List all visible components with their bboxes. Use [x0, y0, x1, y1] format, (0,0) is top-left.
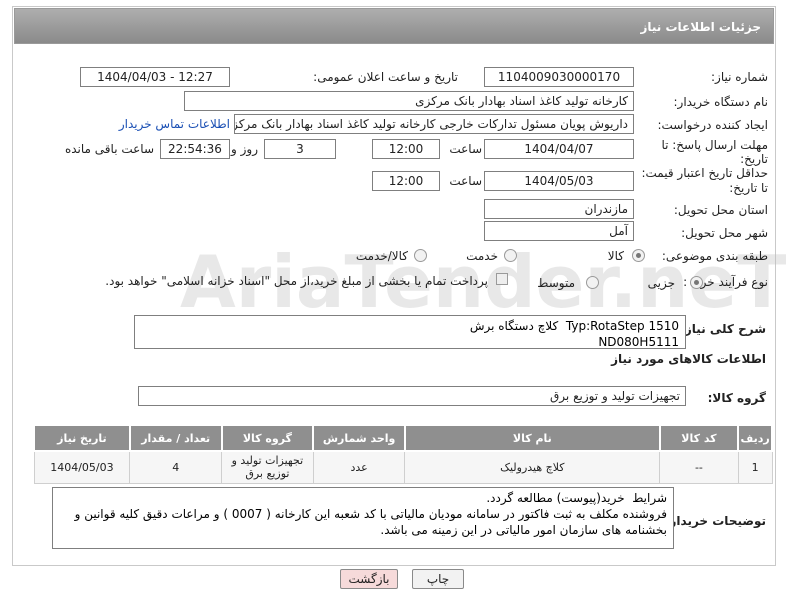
cell-item-code: -- — [659, 450, 739, 484]
city-label: شهر محل تحویل: — [681, 226, 768, 240]
table-row: 1 -- کلاچ هیدرولیک عدد تجهیزات تولید و ت… — [33, 450, 773, 484]
cell-quantity: 4 — [129, 450, 223, 484]
validity-label: حداقل تاریخ اعتبار قیمت: — [641, 166, 768, 180]
validity-time-label: ساعت — [449, 174, 482, 188]
buyer-notes-textarea[interactable]: شرایط خرید(پیوست) مطالعه گردد. فروشنده م… — [52, 487, 674, 549]
need-number-field[interactable]: 1104009030000170 — [484, 67, 634, 87]
category-radio-both[interactable] — [414, 249, 427, 262]
description-textarea[interactable]: Typ:RotaStep 1510 کلاچ دستگاه برش ND080H… — [134, 315, 686, 349]
col-item-name: نام کالا — [403, 424, 661, 452]
creator-field[interactable]: داریوش پویان مسئول تدارکات خارجی کارخانه… — [234, 114, 634, 134]
goods-group-field[interactable]: تجهیزات تولید و توزیع برق — [138, 386, 686, 406]
deadline-label-date: تاریخ: — [740, 152, 768, 166]
category-radio-goods[interactable] — [632, 249, 645, 262]
col-group: گروه کالا — [220, 424, 315, 452]
deadline-date-field[interactable]: 1404/04/07 — [484, 139, 634, 159]
col-quantity: تعداد / مقدار — [128, 424, 223, 452]
validity-time-field[interactable]: 12:00 — [372, 171, 440, 191]
cell-unit: عدد — [312, 450, 406, 484]
validity-date-field[interactable]: 1404/05/03 — [484, 171, 634, 191]
deadline-time-label: ساعت — [449, 142, 482, 156]
remaining-time-field[interactable]: 22:54:36 — [160, 139, 230, 159]
announce-label: تاریخ و ساعت اعلان عمومی: — [313, 70, 458, 84]
treasury-payment-checkbox[interactable] — [496, 273, 508, 285]
description-label: شرح کلی نیاز: — [680, 322, 766, 336]
process-option-medium: متوسط — [537, 276, 575, 290]
buyer-notes-label: توضیحات خریدار: — [664, 514, 766, 528]
cell-item-name: کلاچ هیدرولیک — [404, 450, 661, 484]
category-option-service: خدمت — [466, 249, 498, 263]
need-number-label: شماره نیاز: — [711, 70, 768, 84]
category-option-both: کالا/خدمت — [355, 249, 408, 263]
buyer-label: نام دستگاه خریدار: — [673, 95, 769, 109]
city-field[interactable]: آمل — [484, 221, 634, 241]
category-label: طبقه بندی موضوعی: — [661, 249, 768, 263]
province-label: استان محل تحویل: — [673, 203, 768, 217]
cell-need-date: 1404/05/03 — [33, 450, 131, 484]
goods-section-title: اطلاعات کالاهای مورد نیاز — [611, 352, 766, 366]
cell-row-number: 1 — [737, 450, 773, 484]
process-radio-minor[interactable] — [690, 276, 703, 289]
buyer-field[interactable]: کارخانه تولید کاغذ اسناد بهادار بانک مرک… — [184, 91, 634, 111]
goods-group-label: گروه کالا: — [707, 391, 766, 405]
creator-label: ایجاد کننده درخواست: — [657, 118, 768, 132]
col-need-date: تاریخ نیاز — [33, 424, 131, 452]
goods-table: ردیف کد کالا نام کالا واحد شمارش گروه کا… — [33, 424, 773, 484]
remaining-label: ساعت باقی مانده — [64, 142, 154, 156]
col-row-number: ردیف — [737, 424, 773, 452]
back-button[interactable]: بازگشت — [340, 569, 398, 589]
col-item-code: کد کالا — [658, 424, 740, 452]
treasury-payment-note: پرداخت تمام یا بخشی از مبلغ خرید،از محل … — [105, 274, 488, 288]
category-option-goods: کالا — [607, 249, 624, 263]
goods-table-header: ردیف کد کالا نام کالا واحد شمارش گروه کا… — [33, 424, 773, 452]
cell-group: تجهیزات تولید و توزیع برق — [221, 450, 314, 484]
category-radio-service[interactable] — [504, 249, 517, 262]
process-option-minor: جزیی — [647, 276, 675, 290]
days-label: روز و — [231, 142, 258, 156]
print-button[interactable]: چاپ — [412, 569, 464, 589]
contact-info-link[interactable]: اطلاعات تماس خریدار — [119, 117, 230, 131]
deadline-time-field[interactable]: 12:00 — [372, 139, 440, 159]
deadline-label: مهلت ارسال پاسخ: تا — [661, 138, 768, 152]
province-field[interactable]: مازندران — [484, 199, 634, 219]
process-radio-medium[interactable] — [586, 276, 599, 289]
days-field[interactable]: 3 — [264, 139, 336, 159]
validity-label-date: تا تاریخ: — [729, 181, 768, 195]
announce-field[interactable]: 1404/04/03 - 12:27 — [80, 67, 230, 87]
col-unit: واحد شمارش — [312, 424, 406, 452]
page-title: جزئیات اطلاعات نیاز — [14, 8, 774, 44]
